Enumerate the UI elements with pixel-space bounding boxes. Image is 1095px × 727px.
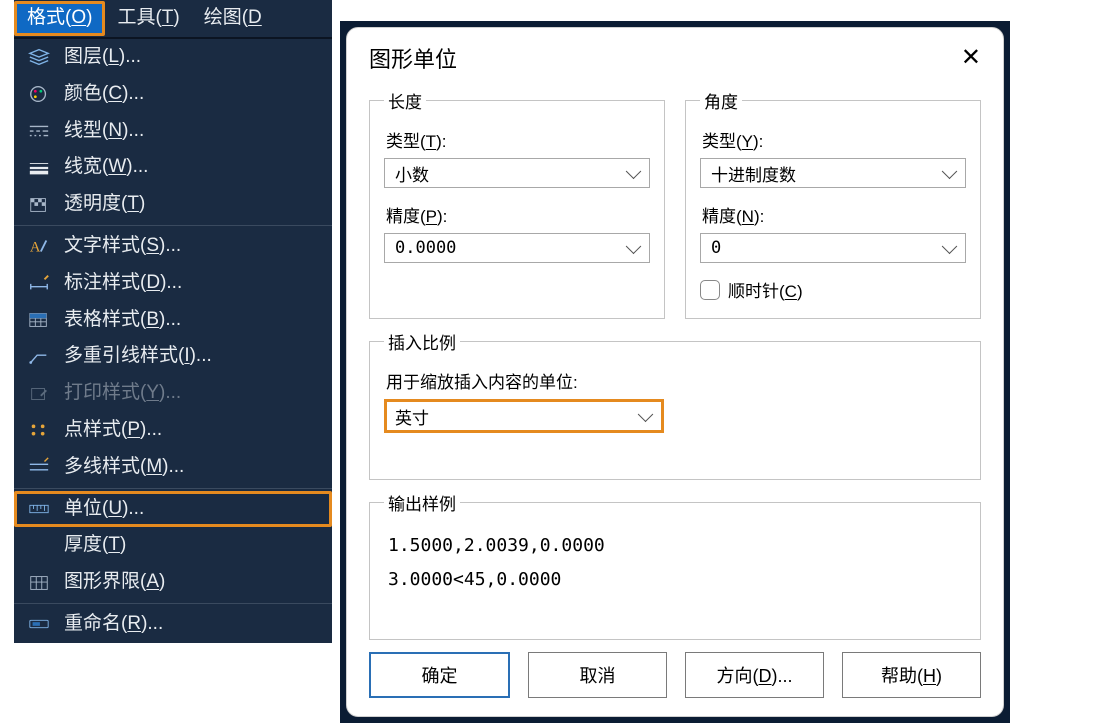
insert-scale-desc: 用于缩放插入内容的单位: <box>386 368 966 393</box>
menuitem-label: 颜色(C)... <box>64 83 144 106</box>
close-icon[interactable]: ✕ <box>961 46 981 70</box>
menuitem-label: 多重引线样式(I)... <box>64 345 212 368</box>
menuitem-limits[interactable]: 图形界限(A) <box>14 564 332 601</box>
palette-icon <box>26 83 52 105</box>
length-type-label: 类型(T): <box>386 127 650 152</box>
units-icon <box>26 498 52 520</box>
transparency-icon <box>26 194 52 216</box>
dimstyle-icon <box>26 272 52 294</box>
menuitem-label: 透明度(T) <box>64 193 145 216</box>
menuitem-dimstyle[interactable]: 标注样式(D)... <box>14 265 332 302</box>
sample-line: 1.5000,2.0039,0.0000 <box>388 529 962 563</box>
menu-separator <box>14 603 332 604</box>
dialog-body: 长度 类型(T): 小数 精度(P): 0.0000 角度 <box>347 82 1003 640</box>
thickness-icon <box>26 535 52 557</box>
layers-icon <box>26 46 52 68</box>
menuitem-label: 表格样式(B)... <box>64 309 181 332</box>
menuitem-mlinestyle[interactable]: 多线样式(M)... <box>14 449 332 486</box>
sample-output: 1.5000,2.0039,0.0000 3.0000<45,0.0000 <box>384 523 966 603</box>
svg-text:A: A <box>30 240 41 256</box>
lineweight-icon <box>26 157 52 179</box>
pointstyle-icon <box>26 419 52 441</box>
cancel-button[interactable]: 取消 <box>528 652 667 698</box>
menuitem-label: 图形界限(A) <box>64 571 165 594</box>
group-angle: 角度 类型(Y): 十进制度数 精度(N): 0 <box>685 88 981 319</box>
menuitem-plotstyle: 打印样式(Y)... <box>14 375 332 412</box>
menuitem-tablestyle[interactable]: 表格样式(B)... <box>14 302 332 339</box>
length-precision-combo[interactable]: 0.0000 <box>384 233 650 263</box>
menuitem-mleaderstyle[interactable]: 多重引线样式(I)... <box>14 338 332 375</box>
rename-icon <box>26 613 52 635</box>
group-legend: 长度 <box>384 88 426 113</box>
menuitem-textstyle[interactable]: A 文字样式(S)... <box>14 228 332 265</box>
dialog-title: 图形单位 <box>369 42 457 74</box>
menuitem-pointstyle[interactable]: 点样式(P)... <box>14 412 332 449</box>
dialog-button-row: 确定 取消 方向(D)... 帮助(H) <box>347 640 1003 716</box>
angle-precision-combo[interactable]: 0 <box>700 233 966 263</box>
menuitem-label: 点样式(P)... <box>64 419 162 442</box>
group-legend: 插入比例 <box>384 329 460 354</box>
tablestyle-icon <box>26 309 52 331</box>
group-legend: 角度 <box>700 88 742 113</box>
menuitem-color[interactable]: 颜色(C)... <box>14 76 332 113</box>
menuitem-lineweight[interactable]: 线宽(W)... <box>14 149 332 186</box>
insert-units-combo[interactable]: 英寸 <box>384 399 664 433</box>
angle-type-label: 类型(Y): <box>702 127 966 152</box>
menuitem-label: 线宽(W)... <box>64 156 148 179</box>
drawing-units-dialog: 图形单位 ✕ 长度 类型(T): 小数 精度(P): 0.00 <box>346 27 1004 717</box>
menuitem-label: 线型(N)... <box>64 120 144 143</box>
sample-line: 3.0000<45,0.0000 <box>388 563 962 597</box>
menuitem-units[interactable]: 单位(U)... <box>14 491 332 528</box>
direction-button[interactable]: 方向(D)... <box>685 652 824 698</box>
checkbox-icon[interactable] <box>700 280 720 300</box>
menuitem-label: 文字样式(S)... <box>64 235 181 258</box>
group-legend: 输出样例 <box>384 490 460 515</box>
linetype-icon <box>26 120 52 142</box>
menu-separator <box>14 488 332 489</box>
menuitem-transparency[interactable]: 透明度(T) <box>14 186 332 223</box>
menuitem-label: 图层(L)... <box>64 46 141 69</box>
mlinestyle-icon <box>26 456 52 478</box>
group-length: 长度 类型(T): 小数 精度(P): 0.0000 <box>369 88 665 319</box>
menuitem-layer[interactable]: 图层(L)... <box>14 39 332 76</box>
menuitem-linetype[interactable]: 线型(N)... <box>14 113 332 150</box>
menuitem-label: 单位(U)... <box>64 498 144 521</box>
textstyle-icon: A <box>26 235 52 257</box>
angle-type-combo[interactable]: 十进制度数 <box>700 158 966 188</box>
limits-icon <box>26 572 52 594</box>
angle-precision-label: 精度(N): <box>702 202 966 227</box>
format-menu-panel: 格式(O) 工具(T) 绘图(D 图层(L)... 颜色(C)... 线型(N)… <box>14 0 332 643</box>
menu-separator <box>14 225 332 226</box>
menuitem-label: 厚度(T) <box>64 534 126 557</box>
menuitem-label: 标注样式(D)... <box>64 272 182 295</box>
menuitem-tools[interactable]: 工具(T) <box>105 2 191 36</box>
group-sample: 输出样例 1.5000,2.0039,0.0000 3.0000<45,0.00… <box>369 490 981 641</box>
menuitem-format[interactable]: 格式(O) <box>14 1 105 37</box>
length-type-combo[interactable]: 小数 <box>384 158 650 188</box>
group-insert-scale: 插入比例 用于缩放插入内容的单位: 英寸 <box>369 329 981 480</box>
menuitem-rename[interactable]: 重命名(R)... <box>14 606 332 643</box>
dialog-titlebar: 图形单位 ✕ <box>347 28 1003 82</box>
menuitem-label: 多线样式(M)... <box>64 456 184 479</box>
clockwise-checkbox-row[interactable]: 顺时针(C) <box>700 277 966 302</box>
menuitem-label: 重命名(R)... <box>64 613 163 636</box>
length-precision-label: 精度(P): <box>386 202 650 227</box>
format-dropdown: 图层(L)... 颜色(C)... 线型(N)... 线宽(W)... 透明度(… <box>14 38 332 643</box>
dialog-frame: 图形单位 ✕ 长度 类型(T): 小数 精度(P): 0.00 <box>340 21 1010 723</box>
menuitem-draw[interactable]: 绘图(D <box>192 2 274 36</box>
plotstyle-icon <box>26 383 52 405</box>
menu-bar: 格式(O) 工具(T) 绘图(D <box>14 0 332 38</box>
menuitem-label: 打印样式(Y)... <box>64 382 181 405</box>
ok-button[interactable]: 确定 <box>369 652 510 698</box>
mleader-icon <box>26 346 52 368</box>
clockwise-label: 顺时针(C) <box>728 277 803 302</box>
menuitem-thickness[interactable]: 厚度(T) <box>14 527 332 564</box>
help-button[interactable]: 帮助(H) <box>842 652 981 698</box>
